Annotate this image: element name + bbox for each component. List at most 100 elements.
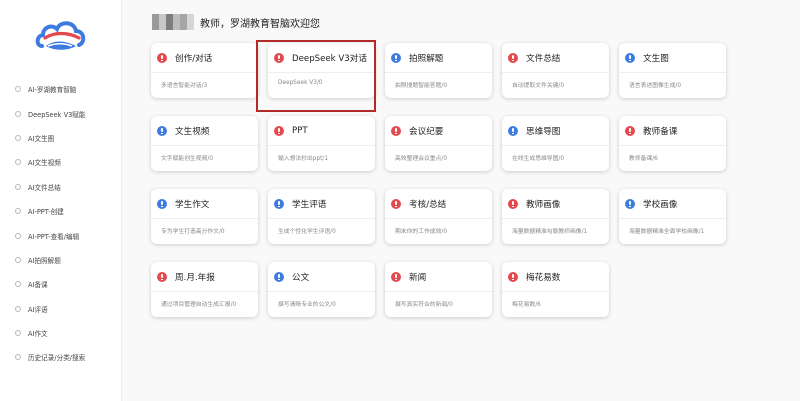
sidebar-item[interactable]: 历史记录/分类/搜索 — [0, 345, 122, 369]
sidebar-item[interactable]: AI文生视频 — [0, 150, 122, 174]
sidebar-item-label: AI作文 — [28, 330, 48, 339]
feature-card[interactable]: 公文撰写清晰专业的公文/0 — [268, 262, 375, 317]
info-icon — [274, 271, 284, 282]
card-header: 文生图 — [619, 43, 726, 73]
plus-circle-icon — [15, 330, 21, 337]
card-title: 教师画像 — [526, 199, 561, 210]
card-title: 拍照解题 — [409, 53, 444, 64]
feature-card[interactable]: 文生图语言表述图像生成/0 — [619, 43, 726, 98]
sidebar-item[interactable]: AI拍照解题 — [0, 248, 122, 272]
sidebar-item[interactable]: AI文件总结 — [0, 175, 122, 199]
sidebar: AI-罗湖教育智脑 DeepSeek V3赋能 AI文生图 AI文生视频 AI文件总结 A… — [0, 0, 122, 401]
plus-circle-icon — [15, 305, 21, 312]
card-header: 文生视频 — [151, 116, 258, 146]
info-icon — [625, 52, 635, 63]
card-header: 考核/总结 — [385, 189, 492, 219]
sidebar-item-label: AI文生图 — [28, 134, 55, 143]
card-header: 会议纪要 — [385, 116, 492, 146]
feature-card[interactable]: 拍照解题拍照搜题智能答题/0 — [385, 43, 492, 98]
card-description: 撰写真实符合的新闻/0 — [395, 302, 453, 308]
card-description: 多语言智能对话/3 — [161, 83, 208, 89]
info-icon — [157, 198, 167, 209]
card-title: 思维导图 — [526, 126, 561, 137]
cloud-logo-icon — [35, 21, 86, 50]
info-icon — [391, 198, 401, 209]
sidebar-menu: AI-罗湖教育智脑 DeepSeek V3赋能 AI文生图 AI文生视频 AI文件总结 A… — [0, 77, 122, 370]
card-description: 自动提取文件关键/0 — [512, 83, 565, 89]
feature-card[interactable]: 教师画像海量数据精准勾勒教师画像/1 — [502, 189, 609, 244]
card-title: 公文 — [292, 272, 310, 283]
card-description: 期末你的工作成效/0 — [395, 229, 448, 235]
info-icon — [391, 125, 401, 136]
sidebar-item[interactable]: AI评语 — [0, 297, 122, 321]
sidebar-item[interactable]: AI作文 — [0, 321, 122, 345]
info-icon — [157, 52, 167, 63]
card-header: 思维导图 — [502, 116, 609, 146]
plus-circle-icon — [15, 232, 21, 239]
feature-card[interactable]: 梅花易数梅花易数/6 — [502, 262, 609, 317]
info-icon — [625, 125, 635, 136]
sidebar-item[interactable]: AI备课 — [0, 272, 122, 296]
feature-card[interactable]: 新闻撰写真实符合的新闻/0 — [385, 262, 492, 317]
card-header: 学校画像 — [619, 189, 726, 219]
feature-card[interactable]: 思维导图在线生成思维导图/0 — [502, 116, 609, 171]
card-title: 文生视频 — [175, 126, 210, 137]
feature-card[interactable]: 考核/总结期末你的工作成效/0 — [385, 189, 492, 244]
card-header: 教师画像 — [502, 189, 609, 219]
sidebar-item-label: AI备课 — [28, 281, 48, 290]
sidebar-item[interactable]: AI-PPT-创建 — [0, 199, 122, 223]
info-icon — [157, 125, 167, 136]
card-title: 学生作文 — [175, 199, 210, 210]
feature-card[interactable]: 教师备课 教师备课/6 — [619, 116, 726, 171]
card-header: 公文 — [268, 262, 375, 292]
card-title: 文生图 — [643, 53, 669, 64]
sidebar-item[interactable]: DeepSeek V3赋能 — [0, 101, 122, 125]
card-header: 学生评语 — [268, 189, 375, 219]
main-area: 教师，罗湖教育智脑欢迎您 创作/对话 多语言智能对话/3 DeepSeek V3对话… — [122, 0, 800, 401]
card-header: 周.月.年报 — [151, 262, 258, 292]
feature-card[interactable]: PPT 输入想法秒出ppt/1 — [268, 116, 375, 171]
feature-card[interactable]: 创作/对话多语言智能对话/3 — [151, 43, 258, 98]
card-description: 撰写清晰专业的公文/0 — [278, 302, 336, 308]
card-description: 输入想法秒出ppt/1 — [278, 156, 329, 162]
card-description: 梅花易数/6 — [512, 302, 541, 308]
card-header: 教师备课 — [619, 116, 726, 146]
card-description: 文字赋能创生视频/0 — [161, 156, 214, 162]
sidebar-item[interactable]: AI-罗湖教育智脑 — [0, 77, 122, 101]
sidebar-item-label: AI文件总结 — [28, 183, 61, 192]
sidebar-item-label: AI评语 — [28, 305, 48, 314]
info-icon — [625, 198, 635, 209]
card-title: 新闻 — [409, 272, 427, 283]
feature-card[interactable]: 学校画像海量数据精准全面学校画像/1 — [619, 189, 726, 244]
card-description: 拍照搜题智能答题/0 — [395, 83, 448, 89]
sidebar-item-label: 历史记录/分类/搜索 — [28, 354, 86, 363]
plus-circle-icon — [15, 256, 21, 263]
sidebar-item-label: AI-PPT-创建 — [28, 208, 64, 217]
info-icon — [274, 125, 284, 136]
card-description: 海量数据精准全面学校画像/1 — [629, 229, 705, 235]
info-icon — [391, 52, 401, 63]
card-header: 文件总结 — [502, 43, 609, 73]
card-title: 周.月.年报 — [175, 272, 215, 283]
feature-card[interactable]: 文件总结自动提取文件关键/0 — [502, 43, 609, 98]
card-header: 梅花易数 — [502, 262, 609, 292]
plus-circle-icon — [15, 159, 21, 166]
plus-circle-icon — [15, 183, 21, 190]
feature-card[interactable]: 学生评语 生成个性化学生评语/0 — [268, 189, 375, 244]
card-description: 在线生成思维导图/0 — [512, 156, 565, 162]
card-description: 语言表述图像生成/0 — [629, 83, 682, 89]
card-title: 教师备课 — [643, 126, 678, 137]
feature-card[interactable]: 周.月.年报 通过项目管理自动生成汇报/0 — [151, 262, 258, 317]
sidebar-item[interactable]: AI-PPT-查看/编辑 — [0, 223, 122, 247]
card-header: 创作/对话 — [151, 43, 258, 73]
card-description: 海量数据精准勾勒教师画像/1 — [512, 229, 588, 235]
info-icon — [508, 198, 518, 209]
sidebar-item[interactable]: AI文生图 — [0, 126, 122, 150]
welcome-banner: 教师，罗湖教育智脑欢迎您 — [152, 14, 320, 30]
plus-circle-icon — [15, 354, 21, 361]
plus-circle-icon — [15, 134, 21, 141]
feature-card[interactable]: 学生作文 专为学生打造高分作文/0 — [151, 189, 258, 244]
card-header: 新闻 — [385, 262, 492, 292]
feature-card[interactable]: 会议纪要 高效整理会议重点/0 — [385, 116, 492, 171]
feature-card[interactable]: 文生视频文字赋能创生视频/0 — [151, 116, 258, 171]
